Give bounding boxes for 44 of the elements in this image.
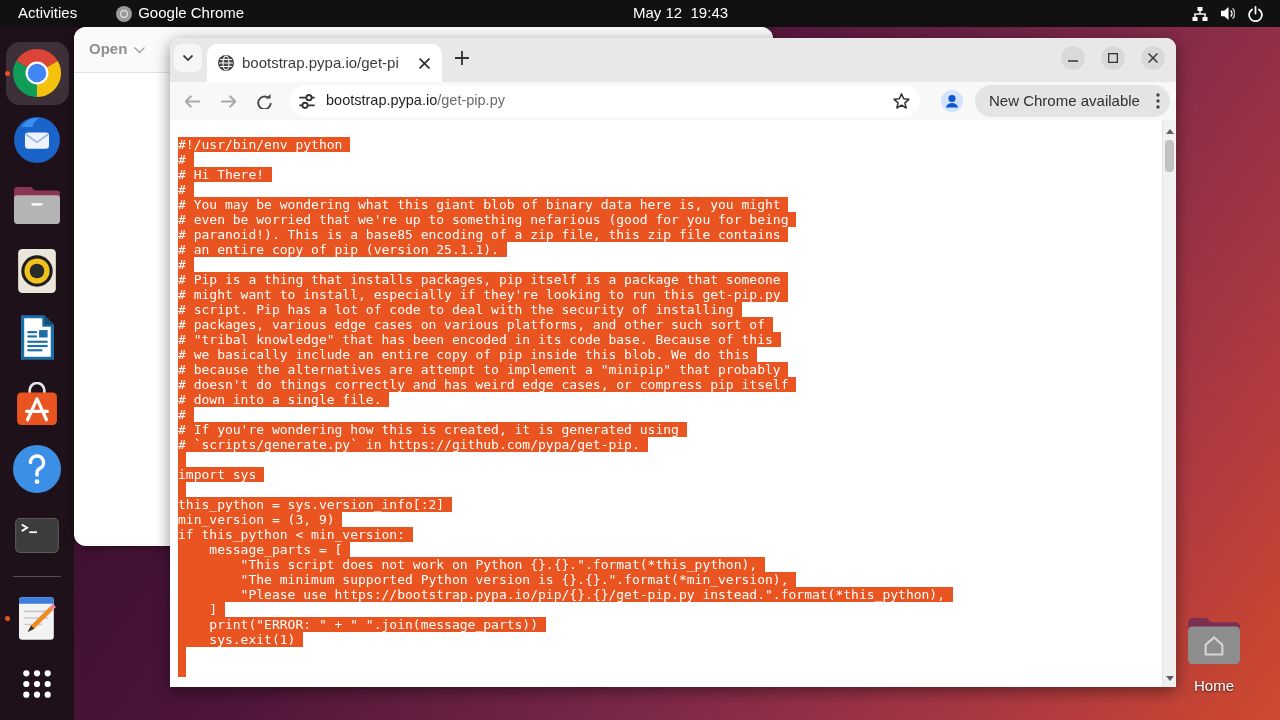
app-menu-button[interactable]: Google Chrome [112, 0, 249, 27]
app-grid-icon[interactable] [23, 670, 51, 698]
activities-button[interactable]: Activities [14, 0, 82, 27]
speaker-icon[interactable] [18, 249, 56, 293]
more-menu-icon [1156, 93, 1160, 109]
network-icon[interactable] [1192, 5, 1208, 22]
clock[interactable]: May 12 19:43 [633, 0, 729, 27]
minimize-icon [1068, 60, 1078, 62]
maximize-button[interactable] [1101, 46, 1125, 70]
scroll-down-arrow-icon[interactable] [1165, 676, 1174, 681]
new-tab-plus-icon[interactable] [455, 51, 469, 65]
app-logo-icon [116, 5, 133, 22]
scrollbar-thumb[interactable] [1165, 140, 1174, 172]
scroll-up-arrow-icon[interactable] [1165, 129, 1174, 134]
notepad-pencil-icon[interactable] [18, 596, 56, 640]
folder-icon[interactable] [14, 186, 60, 224]
dock-app-tile[interactable] [5, 41, 69, 105]
sliders-icon[interactable] [299, 93, 315, 109]
terminal-icon[interactable] [15, 517, 59, 553]
chevron-down-icon [134, 46, 146, 53]
help-icon[interactable] [13, 445, 61, 493]
browser-tab[interactable]: bootstrap.pypa.io/get-pi [207, 44, 442, 82]
close-icon[interactable] [419, 57, 430, 69]
address-bar[interactable]: bootstrap.pypa.io/get-pip.py [290, 85, 920, 117]
folder-label: Home [1194, 677, 1234, 695]
volume-icon[interactable] [1221, 7, 1235, 20]
power-icon[interactable] [1248, 5, 1263, 22]
chevron-down-icon [183, 55, 193, 61]
shopping-bag-icon[interactable] [17, 381, 57, 425]
browser-logo-icon [13, 49, 61, 97]
document-icon[interactable] [20, 314, 54, 360]
reload-icon[interactable] [257, 93, 272, 109]
bookmark-star-icon[interactable] [893, 93, 910, 109]
tab-search-button[interactable] [174, 44, 202, 72]
maximize-icon [1108, 53, 1118, 63]
home-folder-icon[interactable] [1188, 618, 1240, 664]
globe-icon [218, 55, 234, 71]
profile-avatar-icon[interactable] [941, 90, 963, 112]
minimize-button[interactable] [1061, 46, 1085, 70]
close-icon [1148, 53, 1158, 63]
close-window-button[interactable] [1141, 46, 1165, 70]
scrollbar[interactable] [1162, 120, 1176, 687]
envelope-icon[interactable] [14, 115, 60, 163]
update-button[interactable]: New Chrome available [975, 85, 1170, 117]
